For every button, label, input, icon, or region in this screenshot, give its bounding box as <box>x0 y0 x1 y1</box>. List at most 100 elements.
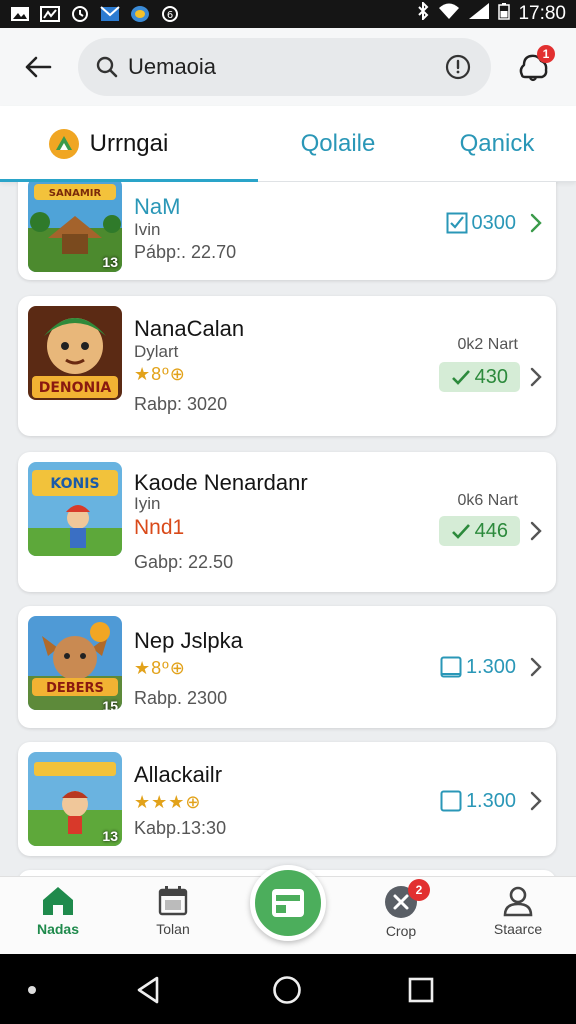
back-button[interactable] <box>18 47 58 87</box>
bottom-nav: Nadas Tolan 2 Crop Staarce <box>0 865 576 954</box>
clock-icon <box>70 5 90 23</box>
item-title: Nep Jslpka <box>134 628 243 653</box>
game-thumbnail: SANAMIR 13 <box>28 182 122 272</box>
search-bar[interactable] <box>78 38 491 96</box>
checkbox-icon <box>440 790 462 812</box>
nav-item-staarce[interactable]: Staarce <box>473 885 563 951</box>
nav-label: Crop <box>385 923 417 939</box>
person-icon <box>503 886 533 917</box>
pill-value: 1.300 <box>465 789 516 812</box>
thumb-badge: 15 <box>102 698 118 710</box>
nav-item-tolan[interactable]: Tolan <box>128 885 218 951</box>
nav-label: Staarce <box>493 921 543 937</box>
chevron-right-icon <box>530 213 542 233</box>
game-thumbnail: DENONIA 18 <box>28 306 122 400</box>
tab-label: Qolaile <box>300 130 376 157</box>
item-subtitle: Iyin <box>134 494 161 513</box>
item-rating: ★8º⊕ <box>134 658 186 678</box>
item-price: Kabp.13:30 <box>134 818 227 838</box>
wifi-icon <box>438 2 460 26</box>
arrow-left-icon <box>25 56 52 78</box>
list-item[interactable]: KONIS 15 Kaode Nenardanr Iyin Nnd1 Gabp:… <box>18 452 556 592</box>
item-action-pill[interactable]: 430 <box>438 362 520 392</box>
pill-value: 0300 <box>471 211 517 234</box>
item-subtitle: Dylart <box>134 342 179 361</box>
thumb-badge: 13 <box>102 254 118 270</box>
item-subtitle: Ivin <box>134 220 161 239</box>
tab-qolaile[interactable]: Qolaile <box>258 106 418 182</box>
item-title: NanaCalan <box>134 316 245 341</box>
pill-value: 1.300 <box>465 655 516 678</box>
item-title: Allackailr <box>134 762 223 787</box>
image-icon <box>10 5 30 23</box>
chevron-right-icon <box>530 791 542 811</box>
game-thumbnail: KONIS 15 <box>28 462 122 556</box>
clock-icon <box>445 54 471 80</box>
nav-badge: 2 <box>408 879 430 901</box>
list-item[interactable]: DEBERS 15 Nep Jslpka ★8º⊕ Rabp. 2300 1.3… <box>18 606 556 728</box>
item-rating: ★8º⊕ <box>134 364 186 384</box>
thumb-title-text: DEBERS <box>46 681 104 696</box>
tab-label: Urrngai <box>89 130 169 157</box>
nav-item-nadas[interactable]: Nadas <box>13 885 103 951</box>
pill-value: 446 <box>474 519 508 542</box>
chevron-right-icon <box>530 521 542 541</box>
square-recents-icon <box>408 977 434 1003</box>
system-home-button[interactable] <box>271 974 303 1006</box>
status-time: 17:80 <box>518 3 566 24</box>
nav-item-crop[interactable]: 2 Crop <box>356 879 446 951</box>
notification-badge: 1 <box>537 45 555 63</box>
status-bar: 6 17:80 <box>0 0 576 28</box>
list-item[interactable]: DENONIA 18 NanaCalan Dylart ★8º⊕ Rabp: 3… <box>18 296 556 436</box>
thumb-badge: 13 <box>102 828 118 844</box>
item-action-pill[interactable]: 1.300 <box>436 652 520 682</box>
thumb-title-text: SANAMIR <box>49 188 102 199</box>
item-title: Kaode Nenardanr <box>134 470 308 495</box>
recents-dot-button[interactable] <box>16 974 48 1006</box>
app-logo-icon <box>49 129 79 159</box>
battery-icon <box>498 2 511 26</box>
item-title: NaM <box>134 194 181 219</box>
browser-icon <box>130 5 150 23</box>
list-item[interactable]: 13 Allackailr ★★★⊕ Kabp.13:30 1.300 <box>18 742 556 856</box>
tab-label: Qanick <box>459 130 535 157</box>
checkbox-icon <box>440 656 462 678</box>
chart-icon <box>40 5 60 23</box>
thumb-title-text: KONIS <box>50 476 99 492</box>
item-meta: 0k6 Nart <box>457 492 518 509</box>
notifications-button[interactable]: 1 <box>511 45 555 89</box>
fab-button[interactable] <box>250 865 326 941</box>
mail-icon <box>100 5 120 23</box>
item-action-pill[interactable]: 1.300 <box>436 786 520 816</box>
list-item[interactable]: SANAMIR 13 NaM Ivin Pábp:. 22.70 0300 <box>18 182 556 280</box>
chevron-right-icon <box>530 657 542 677</box>
system-back-button[interactable] <box>132 974 164 1006</box>
tab-bar: Urrngai Qolaile Qanick <box>0 106 576 182</box>
game-thumbnail: 13 <box>28 752 122 846</box>
item-action-pill[interactable]: 446 <box>438 516 520 546</box>
nav-label: Nadas <box>36 921 80 937</box>
home-icon <box>43 887 73 915</box>
item-action-pill[interactable]: 0300 <box>442 208 521 238</box>
item-rating: Nnd1 <box>134 516 185 539</box>
bluetooth-icon <box>416 0 430 26</box>
tab-urrngai[interactable]: Urrngai <box>0 106 258 182</box>
game-thumbnail: DEBERS 15 <box>28 616 122 710</box>
system-recents-button[interactable] <box>405 974 437 1006</box>
search-icon <box>96 56 118 78</box>
check-icon <box>451 370 470 385</box>
item-price: Rabp: 3020 <box>134 394 228 414</box>
app-bar: 1 <box>0 28 576 106</box>
list-icon <box>272 889 304 917</box>
signal-icon <box>468 2 490 26</box>
chevron-right-icon <box>530 367 542 387</box>
item-price: Pábp:. 22.70 <box>134 242 237 262</box>
pill-value: 430 <box>474 365 508 388</box>
item-price: Rabp. 2300 <box>134 688 228 708</box>
tab-qanick[interactable]: Qanick <box>418 106 576 182</box>
history-button[interactable] <box>443 52 473 82</box>
check-icon <box>451 524 470 539</box>
checkbox-icon <box>446 212 467 234</box>
search-input[interactable] <box>128 54 443 80</box>
thumb-title-text: DENONIA <box>39 380 112 396</box>
